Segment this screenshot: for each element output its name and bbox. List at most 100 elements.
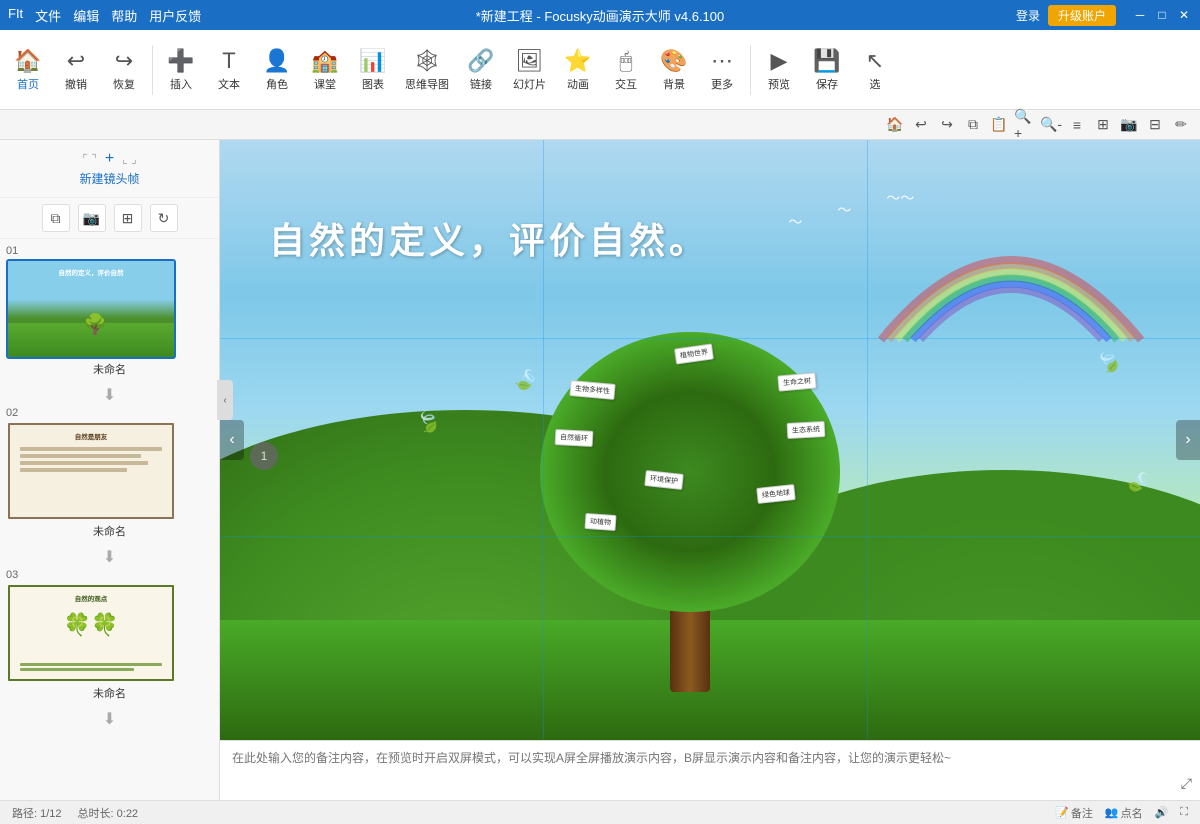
grid-icon[interactable]: ⊟ [1144, 114, 1166, 136]
login-button[interactable]: 登录 [1016, 7, 1040, 24]
tree-note-2[interactable]: 生物多样性 [570, 380, 616, 400]
edit-icon[interactable]: ✏ [1170, 114, 1192, 136]
toolbar-link[interactable]: 🔗 链接 [457, 44, 505, 96]
nav-right-button[interactable]: › [1176, 420, 1200, 460]
fit-button[interactable]: ⊞ [114, 204, 142, 232]
connector-3: ⬇ [6, 709, 213, 729]
toolbar-slideshow[interactable]: 🖼 幻灯片 [505, 44, 554, 96]
tree-note-5[interactable]: 生态系统 [787, 421, 826, 439]
tree-note-1[interactable]: 植物世界 [674, 343, 714, 364]
toolbar-character[interactable]: 👤 角色 [253, 44, 301, 96]
toolbar-save[interactable]: 💾 保存 [803, 44, 851, 96]
toolbar-preview[interactable]: ▶ 预览 [755, 44, 803, 96]
speaker-button[interactable]: 🔊 [1155, 806, 1169, 819]
menu-feedback[interactable]: 用户反馈 [149, 6, 201, 25]
interact-icon: 🖱 [619, 48, 632, 74]
toolbar-undo[interactable]: ↩ 撤销 [52, 44, 100, 96]
panel-collapse-button[interactable]: ‹ [217, 380, 233, 420]
arrange-icon[interactable]: ⊞ [1092, 114, 1114, 136]
toolbar-redo[interactable]: ↪ 恢复 [100, 44, 148, 96]
thumb3-leaves: 🍀🍀 [64, 612, 119, 638]
toolbar-select[interactable]: ↖ 选 [851, 44, 899, 96]
slide-thumb-3[interactable]: 自然的观点 🍀🍀 [6, 583, 176, 683]
slide-thumb-1[interactable]: 自然的定义，评价自然 🌳 [6, 259, 176, 359]
toolbar-more[interactable]: ⋯ 更多 [698, 44, 746, 96]
close-button[interactable]: ✕ [1176, 7, 1192, 23]
toolbar-animation[interactable]: ⭐ 动画 [554, 44, 602, 96]
nav-left-button[interactable]: ‹ [220, 420, 244, 460]
tree-note-7[interactable]: 绿色地球 [757, 484, 796, 504]
paste-small-icon[interactable]: 📋 [988, 114, 1010, 136]
upgrade-button[interactable]: 升级账户 [1048, 5, 1116, 26]
toolbar-background[interactable]: 🎨 背景 [650, 44, 698, 96]
rollcall-icon: 👥 [1105, 806, 1119, 819]
screenshot-button[interactable]: 📷 [78, 204, 106, 232]
new-frame-button[interactable]: ⌜ ⌝ + ⌞ ⌟ 新建镜头帧 [0, 140, 219, 198]
window-title: *新建工程 - Focusky动画演示大师 v4.6.100 [476, 6, 725, 25]
tree-note-8[interactable]: 动植物 [585, 513, 617, 531]
menu-help[interactable]: 帮助 [111, 6, 137, 25]
copy-small-icon[interactable]: ⧉ [962, 114, 984, 136]
slide-thumb-2[interactable]: 自然是朋友 [6, 421, 176, 521]
toolbar-home[interactable]: 🏠 首页 [4, 44, 52, 96]
toolbar-mindmap[interactable]: 🕸 思维导图 [397, 44, 457, 96]
bird-2: 〜 [837, 200, 851, 220]
zoom-out-icon[interactable]: 🔍- [1040, 114, 1062, 136]
home-icon: 🏠 [14, 48, 41, 74]
background-icon: 🎨 [660, 48, 687, 74]
status-left: 路径: 1/12 总时长: 0:22 [12, 805, 138, 821]
tree-note-4[interactable]: 自然循环 [555, 429, 594, 447]
camera-icon[interactable]: 📷 [1118, 114, 1140, 136]
main-title[interactable]: 自然的定义，评价自然。 [269, 212, 709, 264]
connector-icon-1: ⬇ [103, 385, 116, 405]
tree-note-3[interactable]: 生命之树 [778, 372, 817, 391]
thumb1-title: 自然的定义，评价自然 [59, 267, 124, 277]
canvas-area: 〜 〜 〜〜 自然的定义，评价自然。 植物世界 生物多样性 生命之树 [220, 140, 1200, 800]
home-small-icon[interactable]: 🏠 [884, 114, 906, 136]
bird-3: 〜〜 [886, 188, 914, 208]
background-label: 背景 [663, 76, 685, 92]
slide-item-3[interactable]: 03 自然的观点 🍀🍀 未命名 [6, 569, 213, 701]
notes-input[interactable] [232, 749, 1188, 792]
menu-bar[interactable]: FIt 文件 编辑 帮助 用户反馈 [8, 6, 201, 25]
duration-status: 总时长: 0:22 [78, 805, 139, 821]
connector-2: ⬇ [6, 547, 213, 567]
rotate-button[interactable]: ↻ [150, 204, 178, 232]
toolbar-text[interactable]: T 文本 [205, 44, 253, 96]
notes-button[interactable]: 📝 备注 [1055, 805, 1093, 821]
fullscreen-button[interactable]: ⛶ [1180, 806, 1188, 819]
tree-container: 植物世界 生物多样性 生命之树 自然循环 生态系统 环境保护 绿色地球 动植物 [530, 312, 850, 692]
zoom-in-icon[interactable]: 🔍+ [1014, 114, 1036, 136]
presentation-scene[interactable]: 〜 〜 〜〜 自然的定义，评价自然。 植物世界 生物多样性 生命之树 [220, 140, 1200, 740]
notes-icon: 📝 [1055, 806, 1069, 819]
maximize-button[interactable]: □ [1154, 7, 1170, 23]
toolbar-chart[interactable]: 📊 图表 [349, 44, 397, 96]
redo-small-icon[interactable]: ↪ [936, 114, 958, 136]
menu-file[interactable]: 文件 [35, 6, 61, 25]
slide-item-1[interactable]: 01 自然的定义，评价自然 🌳 未命名 [6, 245, 213, 377]
main-area: ⌜ ⌝ + ⌞ ⌟ 新建镜头帧 ⧉ 📷 ⊞ ↻ 01 自然的定义，评价自然 🌳 [0, 140, 1200, 800]
slide-item-2[interactable]: 02 自然是朋友 未命名 [6, 407, 213, 539]
canvas-wrapper[interactable]: 〜 〜 〜〜 自然的定义，评价自然。 植物世界 生物多样性 生命之树 [220, 140, 1200, 740]
toolbar-classroom[interactable]: 🏫 课堂 [301, 44, 349, 96]
frame-badge: 1 [250, 442, 278, 470]
thumb1-tree-icon: 🌳 [83, 312, 108, 337]
classroom-icon: 🏫 [311, 48, 338, 74]
toolbar-interact[interactable]: 🖱 交互 [602, 44, 650, 96]
align-icon[interactable]: ≡ [1066, 114, 1088, 136]
undo-small-icon[interactable]: ↩ [910, 114, 932, 136]
mindmap-icon: 🕸 [413, 48, 441, 74]
separator-1 [152, 45, 153, 95]
notes-expand-button[interactable]: ⤢ [1181, 775, 1192, 792]
character-icon: 👤 [263, 48, 290, 74]
slide-number-2: 02 [6, 407, 213, 419]
connector-1: ⬇ [6, 385, 213, 405]
chart-label: 图表 [362, 76, 384, 92]
rollcall-button[interactable]: 👥 点名 [1105, 805, 1143, 821]
toolbar-insert[interactable]: ➕ 插入 [157, 44, 205, 96]
copy-frame-button[interactable]: ⧉ [42, 204, 70, 232]
chart-icon: 📊 [359, 48, 386, 74]
minimize-button[interactable]: ─ [1132, 7, 1148, 23]
menu-edit[interactable]: 编辑 [73, 6, 99, 25]
tree-note-6[interactable]: 环境保护 [645, 470, 684, 490]
